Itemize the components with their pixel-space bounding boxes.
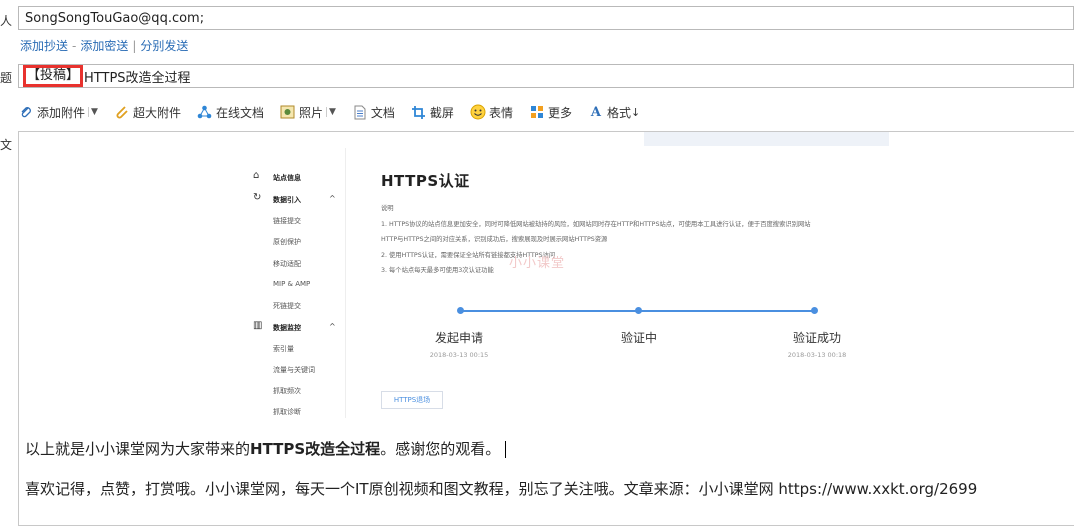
step-2-label: 验证中 xyxy=(620,331,657,345)
text-caret xyxy=(505,441,507,458)
document-button[interactable]: 文档 xyxy=(352,104,395,121)
screenshot-label: 截屏 xyxy=(429,105,454,120)
add-attachment-label: 添加附件 xyxy=(37,105,86,120)
more-label: 更多 xyxy=(547,105,572,120)
desc-line-2: 2. 使用HTTPS认证，需要保证全站所有链接都支持HTTPS访问 xyxy=(381,251,556,259)
share-nodes-icon xyxy=(197,104,213,120)
recipient-field[interactable]: SongSongTouGao@qq.com; xyxy=(18,6,1074,30)
nav-data-import: 数据引入 xyxy=(273,196,301,204)
desc-line-1: 1. HTTPS协议的站点信息更加安全，同时可降低网站被劫持的风险，如网站同时存… xyxy=(381,220,811,228)
embedded-description: 说明 1. HTTPS协议的站点信息更加安全，同时可降低网站被劫持的风险，如网站… xyxy=(381,201,811,279)
font-format-icon: A xyxy=(590,104,602,120)
desc-line-3: 3. 每个站点每天最多可使用3次认证功能 xyxy=(381,267,494,274)
body-line-1-post: 。感谢您的观看。 xyxy=(380,440,501,458)
chevron-up-icon: ^ xyxy=(329,194,336,203)
online-doc-label: 在线文档 xyxy=(215,105,264,120)
photo-label: 照片 xyxy=(298,105,323,120)
watermark: 小小课堂 xyxy=(509,256,566,271)
step-3-label: 验证成功 xyxy=(792,331,841,345)
format-button[interactable]: A 格式 ↓ xyxy=(588,104,640,121)
nav-site-info: 站点信息 xyxy=(273,174,301,182)
subject-label: 题 xyxy=(0,71,13,85)
step-1-label: 发起申请 xyxy=(434,331,483,345)
nav-crawl-diag: 抓取诊断 xyxy=(273,408,301,416)
desc-label: 说明 xyxy=(381,205,394,212)
embedded-screenshot: ⌂ 站点信息 ↻ 数据引入 ^ 链接提交 原创保护 移动适配 MIP & AMP… xyxy=(249,132,911,420)
online-doc-button[interactable]: 在线文档 xyxy=(197,104,264,121)
large-attachment-label: 超大附件 xyxy=(132,105,181,120)
step-1-date: 2018-03-13 00:15 xyxy=(429,351,489,359)
nav-mip-amp: MIP & AMP xyxy=(273,280,311,288)
home-icon: ⌂ xyxy=(253,170,260,181)
subject-text: HTTPS改造全过程 xyxy=(84,70,191,86)
nav-index-volume: 索引量 xyxy=(273,345,294,353)
compose-toolbar: 添加附件 ▼ 超大附件 在线文档 照片 ▼ 文档 截屏 表情 更多 A 格式 ↓ xyxy=(18,100,656,124)
nav-traffic-keywords: 流量与关键词 xyxy=(273,366,315,374)
grid-icon xyxy=(529,104,545,120)
embedded-https-button: HTTPS退场 xyxy=(381,391,443,409)
document-icon xyxy=(352,104,368,120)
data-import-icon: ↻ xyxy=(253,192,262,203)
separate-send-link[interactable]: 分别发送 xyxy=(140,37,188,54)
emoji-button[interactable]: 表情 xyxy=(470,104,513,121)
add-bcc-link[interactable]: 添加密送 xyxy=(80,37,128,54)
add-cc-link[interactable]: 添加抄送 xyxy=(20,37,68,54)
desc-line-1b: HTTP与HTTPS之间的对应关系，识别成功后，搜索展现及时展示网站HTTPS资… xyxy=(381,236,608,243)
format-label: 格式 xyxy=(606,105,631,120)
screenshot-icon xyxy=(411,104,427,120)
nav-crawl-freq: 抓取频次 xyxy=(273,387,301,395)
nav-link-submit: 链接提交 xyxy=(273,217,301,225)
progress-dot-1 xyxy=(457,307,464,314)
progress-dot-3 xyxy=(811,307,818,314)
recipient-value: SongSongTouGao@qq.com; xyxy=(25,10,205,26)
body-line-1-pre: 以上就是小小课堂网为大家带来的 xyxy=(25,440,251,458)
large-paperclip-icon xyxy=(114,104,130,120)
progress-line-2 xyxy=(639,310,815,312)
link-separator-bar: | xyxy=(132,38,137,53)
link-separator-dash: - xyxy=(72,38,77,53)
nav-data-monitor: 数据监控 xyxy=(273,324,301,332)
chart-icon: ▥ xyxy=(253,320,263,331)
format-arrow-icon: ↓ xyxy=(630,105,641,119)
more-button[interactable]: 更多 xyxy=(529,104,572,121)
body-line-1-bold: HTTPS改造全过程 xyxy=(250,440,381,458)
photo-button[interactable]: 照片 ▼ xyxy=(280,104,336,121)
progress-line-1 xyxy=(461,310,637,312)
emoji-label: 表情 xyxy=(488,105,513,120)
photo-dropdown-icon[interactable]: ▼ xyxy=(325,107,336,117)
screenshot-button[interactable]: 截屏 xyxy=(411,104,454,121)
body-line-1: 以上就是小小课堂网为大家带来的HTTPS改造全过程。感谢您的观看。 xyxy=(25,438,507,459)
subject-field[interactable]: 【投稿】 HTTPS改造全过程 xyxy=(18,64,1074,88)
embedded-top-band xyxy=(644,132,889,146)
nav-original-protect: 原创保护 xyxy=(273,238,301,246)
body-line-2: 喜欢记得，点赞，打赏哦。小小课堂网，每天一个IT原创视频和图文教程，别忘了关注哦… xyxy=(25,480,978,498)
step-3-date: 2018-03-13 00:18 xyxy=(787,351,847,359)
attachment-dropdown-icon[interactable]: ▼ xyxy=(88,107,98,117)
nav-dead-link: 死链提交 xyxy=(273,302,301,310)
progress-dot-2 xyxy=(635,307,642,314)
paperclip-icon xyxy=(18,104,34,120)
chevron-up-icon-2: ^ xyxy=(329,322,336,331)
embedded-title: HTTPS认证 xyxy=(381,172,470,190)
nav-mobile-adapt: 移动适配 xyxy=(273,260,301,268)
message-body-editor[interactable]: ⌂ 站点信息 ↻ 数据引入 ^ 链接提交 原创保护 移动适配 MIP & AMP… xyxy=(18,131,1074,526)
body-label: 文 xyxy=(0,138,13,152)
large-attachment-button[interactable]: 超大附件 xyxy=(114,104,181,121)
to-label: 人 xyxy=(0,14,13,28)
smiley-icon xyxy=(470,104,486,120)
subject-tag: 【投稿】 xyxy=(23,65,84,87)
add-attachment-button[interactable]: 添加附件 ▼ xyxy=(18,104,98,121)
recipient-options: 添加抄送 - 添加密送 | 分别发送 xyxy=(20,37,188,54)
photo-icon xyxy=(280,104,296,120)
document-label: 文档 xyxy=(370,105,395,120)
